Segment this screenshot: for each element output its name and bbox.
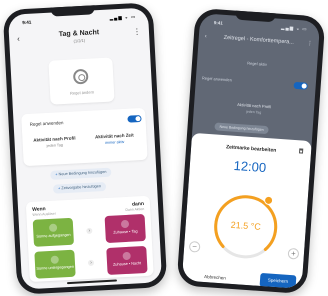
page-title-text: Zeitregel - Komforttempera... [223,34,295,46]
rule-icon-caption: Regel ändern [69,89,95,96]
tile-label: Zuhause • Tag [113,229,138,235]
activity-profile: Aktivität nach Profil jeden Tag [194,99,314,118]
app-header: ‹ Tag & Nacht (1/2/1) ⋮ [9,24,150,53]
activity-time[interactable]: Aktivität nach Zeit immer aktiv [84,132,144,146]
activity-profile-value: jeden Tag [46,143,64,149]
phone-right: 9:41 ▂▄▆ ◒ ▭ ‹ Zeitregel - Komforttemper… [176,7,326,295]
activity-profile[interactable]: Aktivität nach Profil jeden Tag [24,135,84,149]
dial-handle[interactable] [264,195,274,205]
moon-icon [50,255,59,264]
connector-icon: › [87,259,95,266]
dimmed-background: ‹ Zeitregel - Komforttempera... ⋮ Regel … [192,13,320,141]
rule-settings-card: Regel anwenden Aktivität nach Profil jed… [21,107,148,167]
home-icon [122,251,131,261]
dann-subheading: Dann Aktion [125,206,145,212]
rule-active-label: Regel aktiv [247,60,268,67]
trigger-tile-sunrise[interactable]: Sonne aufgegangen [32,217,75,247]
scene-card: Wenn Wenn Auslöser dann Dann Aktion Sonn… [25,195,154,283]
more-menu-icon[interactable]: ⋮ [307,41,313,47]
page-title: ‹ Zeitregel - Komforttempera... ⋮ [199,33,319,48]
edit-timestamp-sheet: Zeitmarke bearbeiten 12:00 21.5 °C − + A… [181,132,312,289]
status-icons: ▂▄▆ ◒ ▭ [109,14,137,21]
more-menu-icon[interactable]: ⋮ [133,27,141,36]
phone-left-screen: 9:41 ▂▄▆ ◒ ▭ ‹ Tag & Nacht (1/2/1) ⋮ Reg… [7,7,163,290]
action-tile-day[interactable]: Zuhause • Tag [104,213,146,244]
save-button[interactable]: Speichern [259,272,297,289]
tile-label: Sonne untergegangen [36,264,75,271]
rule-toggle-label: Regel anwenden [201,75,233,83]
action-tile-night[interactable]: Zuhause • Nacht [106,245,148,275]
wenn-subheading: Wenn Auslöser [32,211,56,217]
activity-time-value: immer aktiv [104,139,125,145]
tile-label: Zuhause • Nacht [112,261,142,267]
trigger-tile-sunset[interactable]: Sonne untergegangen [34,249,76,279]
phone-left: 9:41 ▂▄▆ ◒ ▭ ‹ Tag & Nacht (1/2/1) ⋮ Reg… [2,2,168,295]
rule-toggle-row: Regel anwenden [201,75,309,93]
rule-toggle-label: Regel anwenden [29,120,64,127]
temperature-dial[interactable] [182,133,312,289]
status-time: 9:41 [22,19,32,26]
phone-right-screen: 9:41 ▂▄▆ ◒ ▭ ‹ Zeitregel - Komforttemper… [181,13,321,289]
rule-toggle[interactable] [127,115,142,123]
rule-icon [72,68,89,85]
rule-toggle[interactable] [293,81,308,90]
home-icon [120,219,130,229]
add-condition-chip[interactable]: Neue Bedingung hinzufügen [50,167,112,180]
connector-icon: › [86,227,93,235]
home-indicator [66,279,118,285]
sun-icon [48,223,58,232]
add-condition-chip: Neue Bedingung hinzufügen [214,122,269,135]
rule-icon-card[interactable]: Regel ändern [48,57,115,105]
add-time-chip[interactable]: Zeitvorgabe hinzufügen [52,181,107,194]
tile-label: Sonne aufgegangen [36,232,71,239]
back-arrow-icon[interactable]: ‹ [205,34,207,40]
back-arrow-icon[interactable]: ‹ [17,34,20,43]
